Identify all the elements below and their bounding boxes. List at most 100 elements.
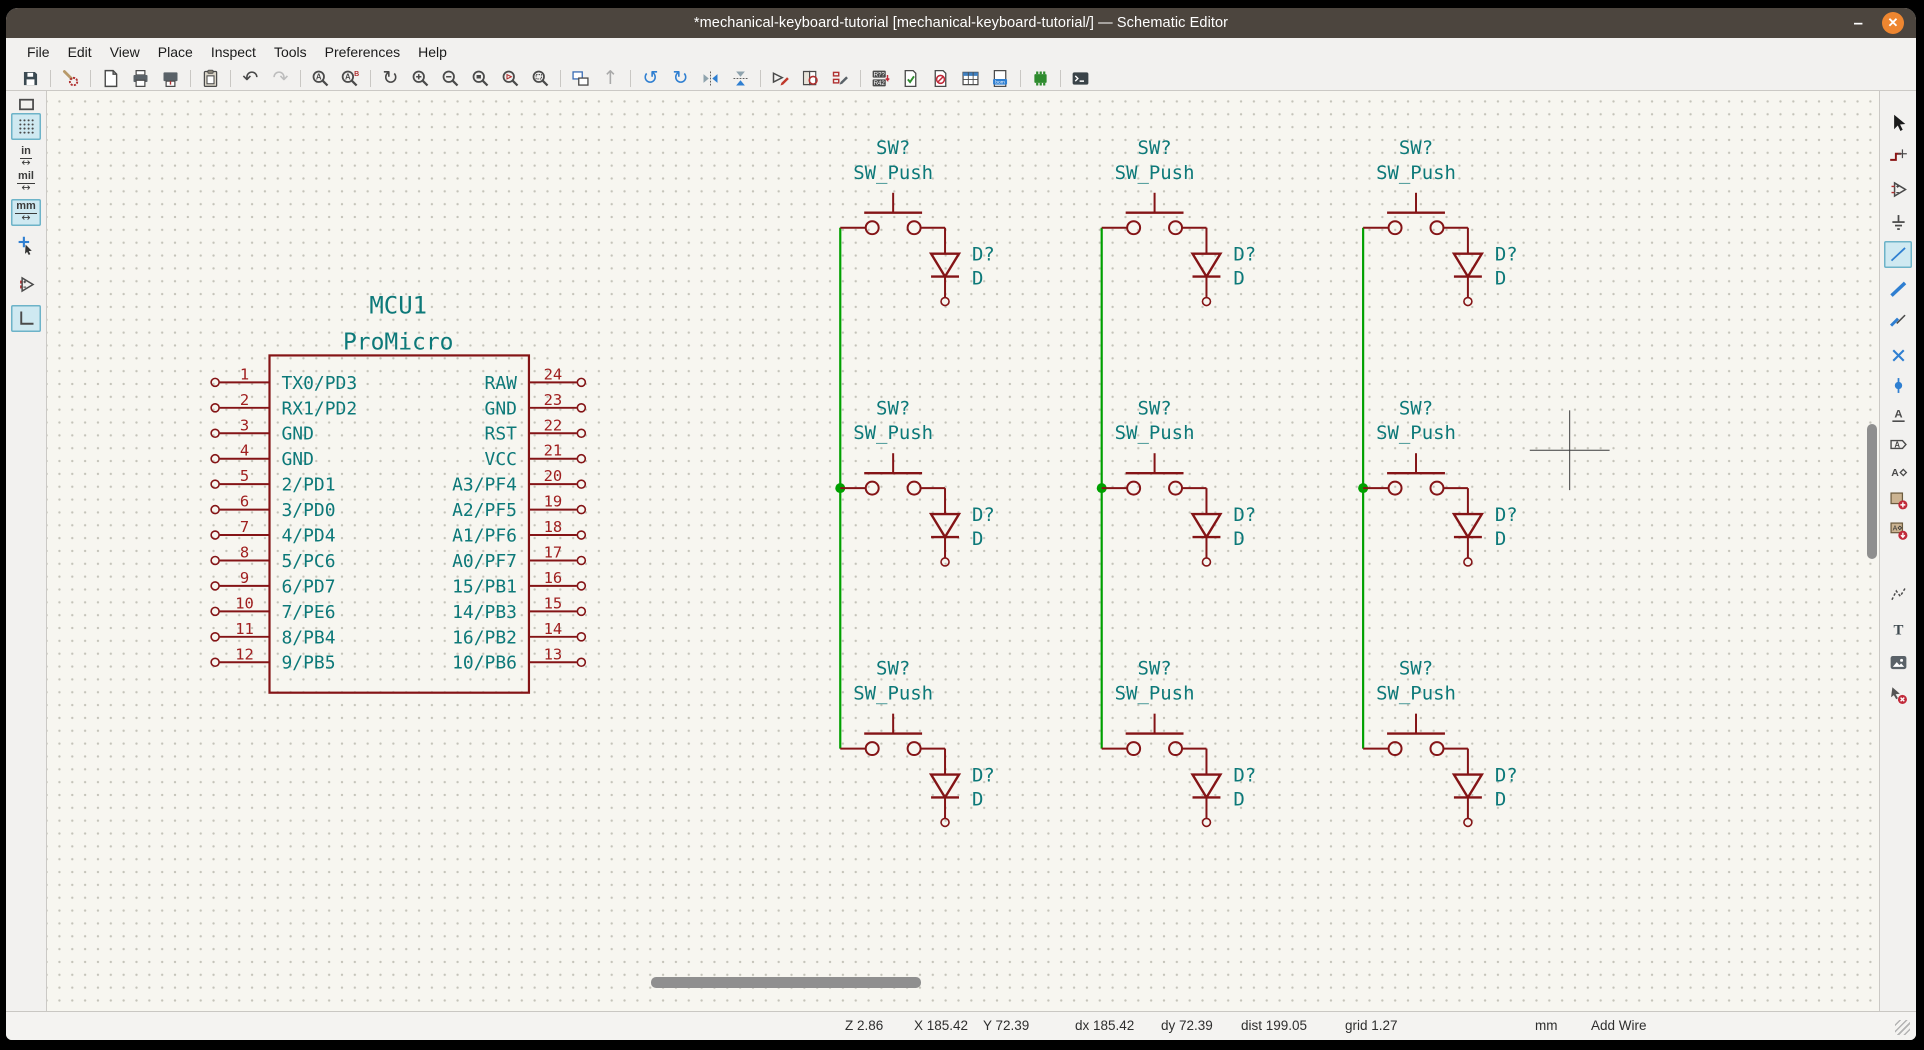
diode-triangle[interactable] [1193,254,1221,277]
pin-number[interactable]: 9 [240,569,249,587]
diode-reference[interactable]: D? [972,244,995,266]
diode-value[interactable]: D [1233,788,1244,810]
pin-name[interactable]: 6/PD7 [281,576,335,597]
pin-end[interactable] [211,582,219,590]
pin-end[interactable] [577,480,585,488]
pin-end[interactable] [211,633,219,641]
diode-value[interactable]: D [1495,788,1506,810]
switch-value[interactable]: SW_Push [1376,162,1456,184]
pin-name[interactable]: 2/PD1 [281,475,335,496]
diode-triangle[interactable] [1454,514,1482,537]
switch-value[interactable]: SW_Push [853,683,933,705]
zoom-fit-button[interactable] [466,67,495,90]
switch-value[interactable]: SW_Push [853,422,933,444]
grid-dots-button[interactable] [11,113,41,140]
menu-view[interactable]: View [101,40,149,64]
pin-end[interactable] [211,455,219,463]
pin-end[interactable] [211,378,219,386]
units-mils-button[interactable]: mil ↔ [11,169,41,196]
pin-end[interactable] [577,556,585,564]
switch-contact[interactable] [908,482,921,495]
pin-end[interactable] [577,658,585,666]
switch-value[interactable]: SW_Push [1376,422,1456,444]
pin-name[interactable]: RX1/PD2 [281,398,357,419]
pin-end[interactable] [211,607,219,615]
switch-value[interactable]: SW_Push [1376,683,1456,705]
pin-name[interactable]: RST [485,424,518,445]
symbol-browser-button[interactable] [796,67,825,90]
switch-contact[interactable] [866,742,879,755]
zoom-out-button[interactable] [436,67,465,90]
switch-contact[interactable] [866,221,879,234]
pin-number[interactable]: 16 [544,569,563,587]
switch-contact[interactable] [1389,482,1402,495]
place-power-button[interactable] [1884,209,1912,236]
switch-contact[interactable] [1127,482,1140,495]
pin-number[interactable]: 14 [544,620,563,638]
diode-reference[interactable]: D? [1495,504,1518,526]
switch-value[interactable]: SW_Push [853,162,933,184]
switch-contact[interactable] [866,482,879,495]
pin-name[interactable]: 10/PB6 [452,653,517,674]
find-button[interactable]: A [306,67,335,90]
pin-end[interactable] [211,404,219,412]
diode-value[interactable]: D [1495,528,1506,550]
pin-number[interactable]: 20 [544,467,563,485]
diode-value[interactable]: D [972,528,983,550]
pin-number[interactable]: 7 [240,518,249,536]
mirror-horizontal-button[interactable] [696,67,725,90]
pin-number[interactable]: 12 [235,645,254,663]
menu-preferences[interactable]: Preferences [316,40,409,64]
pin-number[interactable]: 8 [240,543,249,561]
pin-number[interactable]: 1 [240,365,249,383]
switch-reference[interactable]: SW? [1399,658,1433,680]
switch-reference[interactable]: SW? [876,658,910,680]
diode-triangle[interactable] [931,775,959,798]
plugin-console-button[interactable] [1066,67,1095,90]
switch-reference[interactable]: SW? [1399,137,1433,159]
diode-reference[interactable]: D? [972,504,995,526]
switch-value[interactable]: SW_Push [1115,162,1195,184]
pin-number[interactable]: 18 [544,518,563,536]
page-settings-button[interactable] [96,67,125,90]
menu-inspect[interactable]: Inspect [202,40,265,64]
draw-bus-button[interactable] [1884,276,1912,303]
hierarchical-label-button[interactable]: A [1884,459,1912,486]
net-label-button[interactable]: A [1884,402,1912,429]
switch-cell[interactable]: SW?SW_PushD?D [840,658,995,827]
no-connect-button[interactable] [1884,342,1912,369]
pin-name[interactable]: 3/PD0 [281,500,335,521]
erc-button[interactable] [896,67,925,90]
units-mm-button[interactable]: mm ↔ [11,199,41,226]
pin-end[interactable] [577,378,585,386]
zoom-selection-button[interactable] [526,67,555,90]
import-sheet-pin-button[interactable]: A [1884,517,1912,544]
schematic-setup-button[interactable] [56,67,85,90]
pin-number[interactable]: 3 [240,416,249,434]
zoom-objects-button[interactable] [496,67,525,90]
pin-name[interactable]: 4/PD4 [281,526,335,547]
diode-triangle[interactable] [1454,775,1482,798]
pin-end[interactable] [577,506,585,514]
switch-contact[interactable] [1169,482,1182,495]
rotate-cw-button[interactable]: ↻ [666,67,695,90]
diode-value[interactable]: D [972,788,983,810]
rotate-ccw-button[interactable]: ↺ [636,67,665,90]
pin-end[interactable] [577,531,585,539]
switch-reference[interactable]: SW? [876,137,910,159]
pin-end[interactable] [941,298,949,306]
pin-name[interactable]: 8/PB4 [281,627,335,648]
pin-name[interactable]: GND [281,424,313,445]
diode-reference[interactable]: D? [1495,765,1518,787]
pin-end[interactable] [211,531,219,539]
pin-end[interactable] [577,455,585,463]
pin-end[interactable] [1202,558,1210,566]
pin-name[interactable]: 14/PB3 [452,602,517,623]
draw-lines-button[interactable] [1884,581,1912,608]
diode-reference[interactable]: D? [1233,765,1256,787]
pin-name[interactable]: 16/PB2 [452,627,517,648]
switch-cell[interactable]: SW?SW_PushD?D [840,397,995,566]
pin-end[interactable] [577,429,585,437]
assign-footprints-button[interactable] [1026,67,1055,90]
pin-end[interactable] [577,582,585,590]
